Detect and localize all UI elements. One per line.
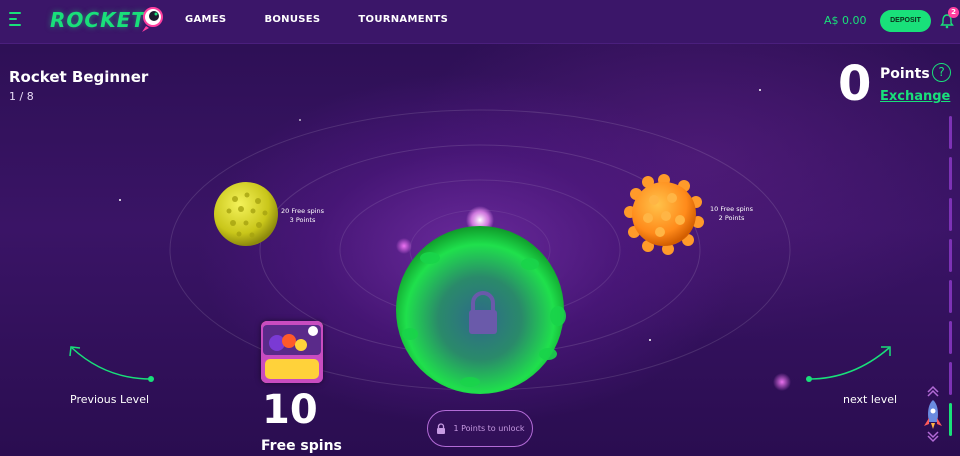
exchange-link[interactable]: Exchange bbox=[880, 89, 950, 104]
nav-bonuses[interactable]: BONUSES bbox=[264, 14, 320, 25]
level-step[interactable] bbox=[949, 280, 952, 313]
juicy-crush-artwork bbox=[261, 321, 323, 383]
previous-level-link[interactable]: Previous Level bbox=[70, 393, 149, 406]
nav-games[interactable]: GAMES bbox=[185, 14, 226, 25]
points-value: 0 bbox=[838, 56, 872, 112]
unlock-label: 1 Points to unlock bbox=[453, 424, 525, 433]
next-level-link[interactable]: next level bbox=[843, 393, 897, 406]
level-progress-track bbox=[949, 116, 955, 436]
points-label: Points bbox=[880, 66, 930, 82]
unlock-button[interactable]: 1 Points to unlock bbox=[427, 410, 533, 447]
next-level-arrow-icon[interactable] bbox=[803, 342, 895, 384]
top-bar: ROCKET GAMES BONUSES TOURNAMENTS A$ 0.00… bbox=[0, 0, 960, 44]
logo[interactable]: ROCKET bbox=[50, 8, 146, 32]
green-planet-locked[interactable] bbox=[380, 204, 580, 400]
level-step[interactable] bbox=[949, 321, 952, 354]
level-step[interactable] bbox=[949, 198, 952, 231]
right-planet-reward: 10 Free spins 2 Points bbox=[710, 205, 754, 222]
balance-display: A$ 0.00 bbox=[824, 14, 867, 27]
astronaut-logo-icon bbox=[142, 7, 163, 32]
free-spins-count: 10 bbox=[262, 387, 318, 433]
lock-icon bbox=[437, 422, 446, 434]
orange-spiky-planet[interactable] bbox=[622, 172, 706, 256]
nav-tournaments[interactable]: TOURNAMENTS bbox=[358, 14, 448, 25]
rocket-scroll-icon[interactable] bbox=[919, 384, 947, 444]
level-title: Rocket Beginner bbox=[9, 68, 149, 86]
level-step[interactable] bbox=[949, 157, 952, 190]
main-nav: GAMES BONUSES TOURNAMENTS bbox=[185, 14, 448, 25]
yellow-planet[interactable] bbox=[213, 181, 279, 247]
level-step[interactable] bbox=[949, 239, 952, 272]
free-spins-label: Free spins bbox=[261, 438, 342, 454]
left-planet-reward: 20 Free spins 3 Points bbox=[281, 207, 325, 224]
level-step-current[interactable] bbox=[949, 403, 952, 436]
deposit-button[interactable]: DEPOSIT bbox=[880, 10, 931, 32]
help-icon[interactable]: ? bbox=[932, 63, 951, 82]
notification-badge: 2 bbox=[948, 7, 959, 18]
level-step[interactable] bbox=[949, 362, 952, 395]
level-progress: 1 / 8 bbox=[9, 90, 34, 103]
menu-icon[interactable] bbox=[9, 12, 21, 30]
previous-level-arrow-icon[interactable] bbox=[66, 342, 158, 384]
game-thumbnail[interactable] bbox=[261, 321, 323, 383]
level-step[interactable] bbox=[949, 116, 952, 149]
